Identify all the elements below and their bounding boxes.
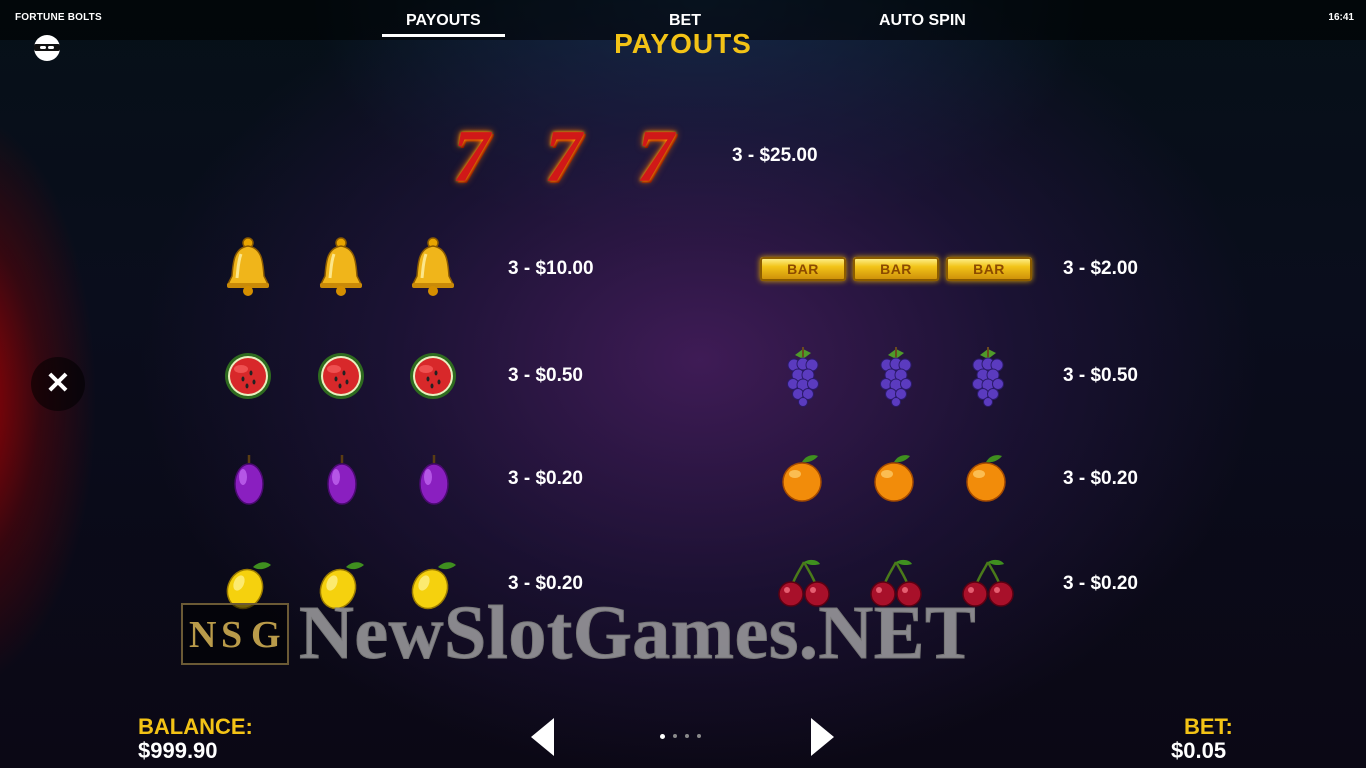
orange-icon: [779, 451, 825, 505]
seven-symbol-icon: 7: [636, 116, 674, 198]
payout-oranges: 3 - $0.20: [1063, 468, 1138, 489]
page-dot[interactable]: [660, 734, 665, 739]
watermark-logo-letter: N: [189, 614, 217, 656]
plum-icon: [414, 452, 454, 508]
bar-symbol-icon: BAR: [945, 256, 1033, 282]
grapes-icon: [964, 344, 1012, 408]
page-dot[interactable]: [673, 734, 677, 738]
page-dot[interactable]: [697, 734, 701, 738]
payout-grapes: 3 - $0.50: [1063, 365, 1138, 386]
payout-watermelons: 3 - $0.50: [508, 365, 583, 386]
page-title: PAYOUTS: [614, 28, 752, 59]
clock: 16:41: [1328, 12, 1354, 23]
payout-cherries: 3 - $0.20: [1063, 573, 1138, 594]
bell-icon: [221, 234, 275, 300]
orange-icon: [963, 451, 1009, 505]
bar-symbol-icon: BAR: [852, 256, 940, 282]
bell-icon: [314, 234, 368, 300]
payout-bars: 3 - $2.00: [1063, 258, 1138, 279]
bet-value: $0.05: [1171, 738, 1227, 763]
grapes-icon: [872, 344, 920, 408]
game-title: FORTUNE BOLTS: [15, 12, 102, 23]
grapes-icon: [779, 344, 827, 408]
watermark-logo-letter: G: [251, 614, 281, 656]
close-button[interactable]: ✕: [31, 357, 85, 411]
plum-icon: [322, 452, 362, 508]
plum-icon: [229, 452, 269, 508]
bet-label: BET:: [1184, 714, 1233, 739]
bell-icon: [406, 234, 460, 300]
page-indicator: [660, 734, 701, 739]
next-page-arrow-icon[interactable]: [811, 718, 834, 756]
watermark-logo: N S G: [181, 603, 289, 665]
watermelon-icon: [222, 350, 274, 402]
payout-plums: 3 - $0.20: [508, 468, 583, 489]
payout-bells: 3 - $10.00: [508, 258, 594, 279]
page-dot[interactable]: [685, 734, 689, 738]
previous-page-arrow-icon[interactable]: [531, 718, 554, 756]
bar-symbol-icon: BAR: [759, 256, 847, 282]
seven-symbol-icon: 7: [452, 116, 490, 198]
orange-icon: [871, 451, 917, 505]
watermark: N S G NewSlotGames.NET: [181, 591, 1191, 676]
watermelon-icon: [407, 350, 459, 402]
watermark-logo-letter: S: [221, 614, 243, 656]
balance-value: $999.90: [138, 738, 218, 763]
watermelon-icon: [315, 350, 367, 402]
balance-label: BALANCE:: [138, 714, 253, 739]
watermark-text: NewSlotGames.NET: [298, 591, 977, 676]
seven-symbol-icon: 7: [544, 116, 582, 198]
payout-sevens: 3 - $25.00: [732, 145, 818, 166]
